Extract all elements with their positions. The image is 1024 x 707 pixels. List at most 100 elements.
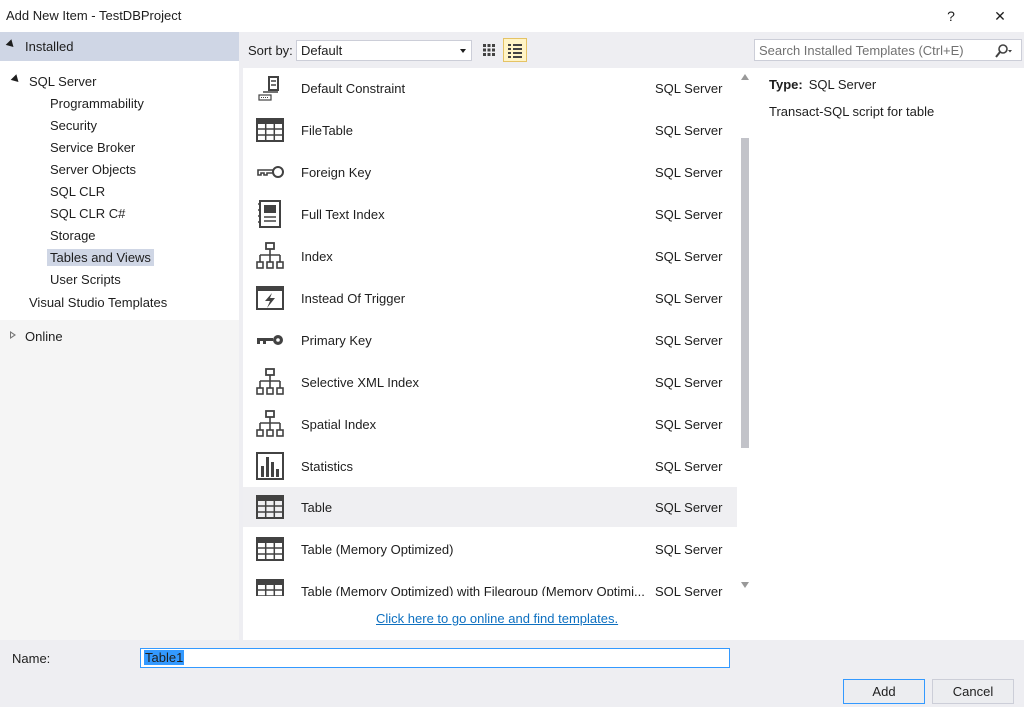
scroll-down-icon[interactable] (741, 582, 749, 588)
template-row-selected[interactable]: Table SQL Server (243, 487, 737, 527)
template-name: Index (301, 249, 333, 264)
tree-item-sql-clr-csharp[interactable]: SQL CLR C# (50, 206, 125, 221)
template-row[interactable]: Default Constraint SQL Server (243, 68, 737, 108)
template-category: SQL Server (655, 291, 723, 306)
key-icon (257, 335, 283, 345)
tree-item-security[interactable]: Security (50, 118, 97, 133)
add-button[interactable]: Add (843, 679, 925, 704)
template-category: SQL Server (655, 165, 723, 180)
list-view-icon (508, 44, 522, 58)
template-category: SQL Server (655, 333, 723, 348)
dialog-footer: Name: Table1 Add Cancel (0, 640, 1024, 707)
tree-item-visual-studio-templates[interactable]: Visual Studio Templates (29, 295, 167, 310)
details-view-button[interactable] (503, 38, 527, 62)
template-row[interactable]: Statistics SQL Server (243, 446, 737, 486)
tree-item-programmability[interactable]: Programmability (50, 96, 144, 111)
collapse-arrow-icon[interactable] (5, 39, 17, 50)
scrollbar-thumb[interactable] (741, 138, 749, 448)
tree-item-user-scripts[interactable]: User Scripts (50, 272, 121, 287)
type-line: Type: SQL Server (769, 77, 876, 92)
sort-label: Sort by: (248, 43, 293, 58)
template-category: SQL Server (655, 375, 723, 390)
template-category-panel: Installed SQL Server Programmability Sec… (0, 32, 239, 640)
hierarchy-icon (256, 368, 284, 395)
default-constraint-icon (258, 76, 279, 101)
sort-value: Default (301, 43, 343, 58)
template-row[interactable]: Index SQL Server (243, 236, 737, 276)
type-value: SQL Server (808, 77, 877, 92)
template-name: Full Text Index (301, 207, 385, 222)
search-bar (754, 32, 1024, 68)
table-icon (256, 579, 284, 596)
tree-item-sql-clr[interactable]: SQL CLR (50, 184, 105, 199)
template-row[interactable]: Full Text Index SQL Server (243, 194, 737, 234)
tree-item-server-objects[interactable]: Server Objects (50, 162, 136, 177)
title-bar: Add New Item - TestDBProject ? ✕ (0, 0, 1024, 32)
template-row[interactable]: Selective XML Index SQL Server (243, 362, 737, 402)
name-input[interactable]: Table1 (140, 648, 730, 668)
template-category: SQL Server (655, 123, 723, 138)
template-list-scrollbar[interactable] (737, 68, 754, 596)
sort-toolbar: Sort by: Default (243, 32, 754, 68)
name-label: Name: (12, 651, 51, 666)
small-icons-view-button[interactable] (477, 38, 501, 62)
statistics-icon (256, 452, 284, 480)
tree-item-tables-and-views[interactable]: Tables and Views (47, 249, 154, 266)
window-title: Add New Item - TestDBProject (6, 8, 182, 23)
template-category: SQL Server (655, 249, 723, 264)
help-button[interactable]: ? (936, 4, 966, 28)
collapse-arrow-icon[interactable] (10, 74, 22, 85)
template-description: Transact-SQL script for table (769, 104, 935, 119)
template-name: Foreign Key (301, 165, 372, 180)
template-row[interactable]: Instead Of Trigger SQL Server (243, 278, 737, 318)
template-category: SQL Server (655, 542, 723, 557)
template-category: SQL Server (655, 207, 723, 222)
table-icon (256, 495, 284, 519)
installed-label: Installed (25, 39, 74, 54)
category-tree: SQL Server Programmability Security Serv… (0, 61, 239, 320)
template-row[interactable]: Table (Memory Optimized) SQL Server (243, 529, 737, 569)
template-row[interactable]: Primary Key SQL Server (243, 320, 737, 360)
template-name: Selective XML Index (301, 375, 420, 390)
search-box[interactable] (754, 39, 1022, 61)
close-button[interactable]: ✕ (985, 4, 1015, 28)
expand-arrow-icon[interactable] (10, 331, 16, 339)
template-name: FileTable (301, 123, 354, 138)
cancel-button[interactable]: Cancel (932, 679, 1014, 704)
template-name: Table (Memory Optimized) with Filegroup … (301, 584, 645, 596)
template-category: SQL Server (655, 584, 723, 596)
tree-item-sql-server[interactable]: SQL Server (29, 74, 96, 89)
tree-item-storage[interactable]: Storage (50, 228, 96, 243)
template-name: Statistics (301, 459, 354, 474)
sort-dropdown[interactable]: Default (296, 40, 472, 61)
template-name: Spatial Index (301, 417, 377, 432)
installed-header[interactable]: Installed (0, 32, 239, 61)
find-online-templates-link[interactable]: Click here to go online and find templat… (376, 611, 618, 626)
tree-item-service-broker[interactable]: Service Broker (50, 140, 135, 155)
scroll-up-icon[interactable] (741, 74, 749, 80)
name-input-value: Table1 (144, 650, 185, 665)
template-row[interactable]: Foreign Key SQL Server (243, 152, 737, 192)
online-node[interactable]: Online (25, 329, 63, 344)
template-category: SQL Server (655, 459, 723, 474)
template-category: SQL Server (655, 81, 723, 96)
hierarchy-icon (256, 410, 284, 437)
template-name: Table (Memory Optimized) (301, 542, 454, 557)
template-name: Default Constraint (301, 81, 406, 96)
details-panel: Type: SQL Server Transact-SQL script for … (754, 32, 1024, 640)
table-icon (256, 537, 284, 561)
template-category: SQL Server (655, 417, 723, 432)
template-list: Default Constraint SQL Server FileTable … (243, 68, 737, 596)
template-name: Instead Of Trigger (301, 291, 406, 306)
table-icon (256, 118, 284, 142)
template-row[interactable]: Spatial Index SQL Server (243, 404, 737, 444)
template-row[interactable]: FileTable SQL Server (243, 110, 737, 150)
template-name: Table (301, 500, 333, 515)
trigger-icon (256, 286, 284, 310)
chevron-down-icon (460, 49, 466, 53)
grid-view-icon (483, 44, 495, 56)
search-input[interactable] (759, 42, 985, 58)
template-row[interactable]: Table (Memory Optimized) with Filegroup … (243, 571, 737, 596)
search-icon[interactable] (995, 43, 1013, 59)
hierarchy-icon (256, 242, 284, 269)
